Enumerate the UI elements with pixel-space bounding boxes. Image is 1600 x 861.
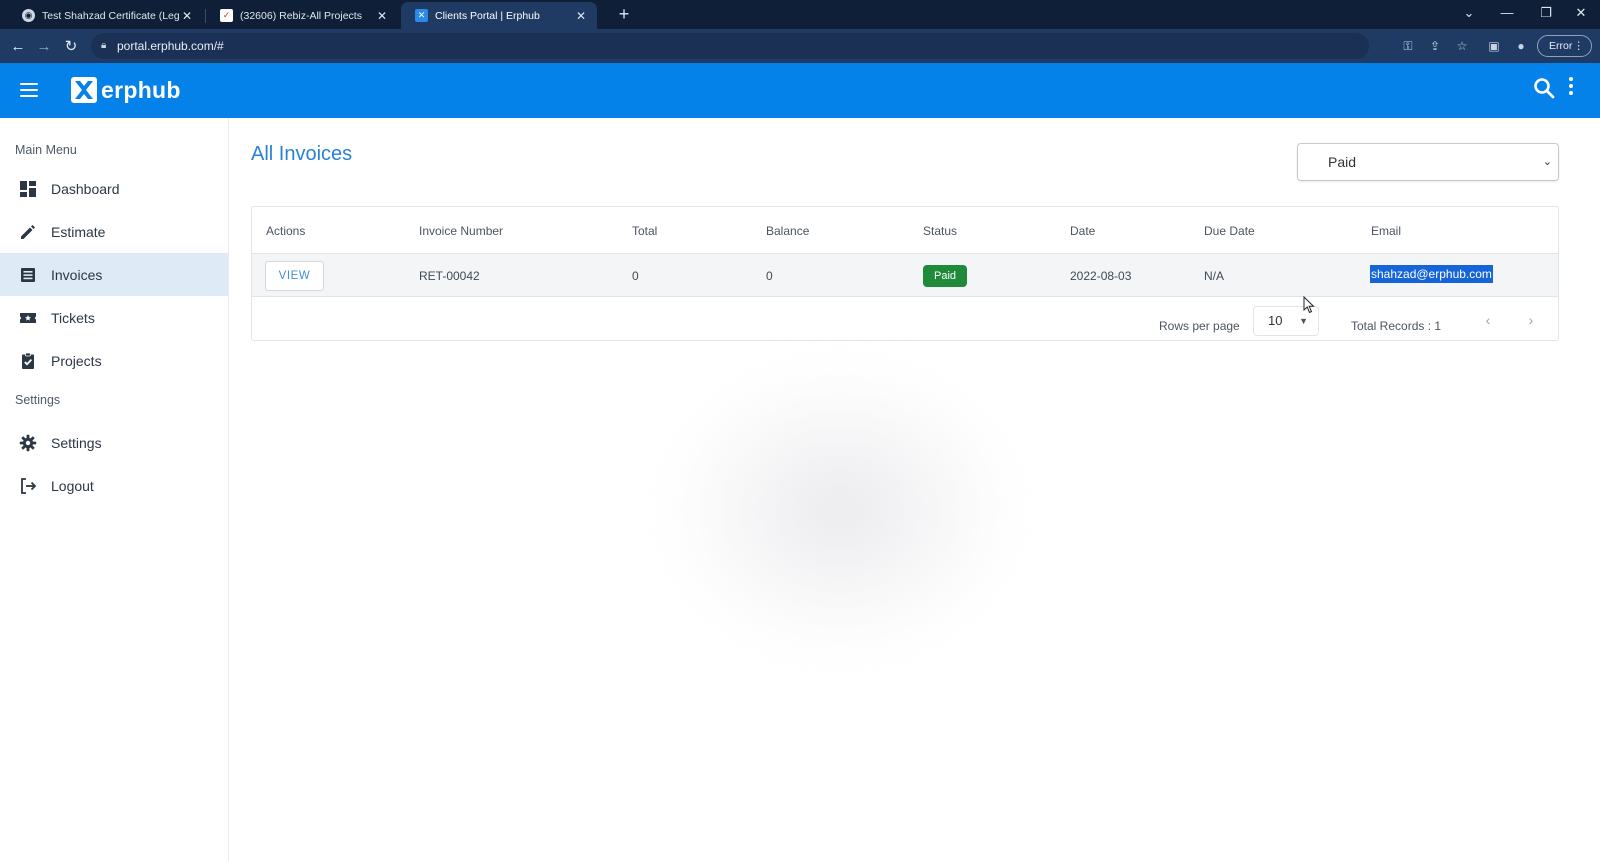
column-header-actions: Actions xyxy=(266,224,306,238)
forward-icon[interactable]: → xyxy=(33,36,55,58)
side-panel-icon[interactable]: ▣ xyxy=(1485,37,1503,55)
lock-icon: 🔒︎ xyxy=(101,40,107,51)
tab-title: Test Shahzad Certificate (Legal C xyxy=(42,9,179,22)
back-icon[interactable]: ← xyxy=(7,36,29,58)
error-label: Error xyxy=(1549,40,1573,52)
column-header-invoice-number: Invoice Number xyxy=(419,224,504,238)
sidebar-item-label: Invoices xyxy=(51,266,103,283)
dashboard-icon xyxy=(20,180,36,197)
browser-tab-certificate[interactable]: ◉ Test Shahzad Certificate (Legal C ✕ xyxy=(8,2,203,29)
browser-tab-rebiz[interactable]: ✓ (32606) Rebiz-All Projects ✕ xyxy=(206,2,398,29)
status-badge: Paid xyxy=(923,265,967,287)
sidebar-item-tickets[interactable]: Tickets xyxy=(0,296,228,339)
tab-title: (32606) Rebiz-All Projects xyxy=(240,9,362,22)
previous-page-icon[interactable]: ‹ xyxy=(1479,310,1497,330)
sidebar-item-projects[interactable]: Projects xyxy=(0,339,228,382)
gear-icon xyxy=(19,434,37,451)
tab-title: Clients Portal | Erphub xyxy=(435,9,540,22)
due-date-cell: N/A xyxy=(1204,269,1225,283)
pencil-icon xyxy=(21,224,35,239)
new-tab-icon[interactable]: + xyxy=(613,3,635,25)
view-invoice-button[interactable]: VIEW xyxy=(265,261,324,291)
bookmark-star-icon[interactable]: ☆ xyxy=(1453,37,1471,55)
total-cell: 0 xyxy=(632,269,639,283)
minimize-icon[interactable]: — xyxy=(1488,0,1526,29)
balance-cell: 0 xyxy=(766,269,773,283)
settings-heading: Settings xyxy=(15,393,61,407)
sidebar-item-label: Tickets xyxy=(51,309,95,326)
app-header: erphub xyxy=(0,63,1600,118)
sidebar-item-label: Projects xyxy=(51,352,102,369)
key-icon[interactable]: ⚿ xyxy=(1399,37,1417,55)
sidebar-item-estimate[interactable]: Estimate xyxy=(0,210,228,253)
main-menu-heading: Main Menu xyxy=(15,143,77,157)
column-header-date: Date xyxy=(1070,224,1096,238)
search-icon[interactable] xyxy=(1532,76,1556,100)
sidebar-item-logout[interactable]: Logout xyxy=(0,464,228,507)
clipboard-check-icon xyxy=(22,352,34,369)
background-blur xyxy=(660,360,1020,660)
column-header-due-date: Due Date xyxy=(1204,224,1255,238)
sidebar-item-label: Logout xyxy=(51,477,94,494)
ticket-icon xyxy=(20,312,36,323)
column-header-balance: Balance xyxy=(766,224,810,238)
rebiz-favicon-icon: ✓ xyxy=(220,9,233,22)
column-header-email: Email xyxy=(1371,224,1402,238)
sidebar-item-label: Estimate xyxy=(51,223,106,240)
reload-icon[interactable]: ↻ xyxy=(60,36,82,58)
page-title: All Invoices xyxy=(251,143,353,165)
sidebar-item-invoices[interactable]: Invoices xyxy=(0,253,228,296)
mouse-cursor-icon xyxy=(1303,296,1315,314)
address-bar[interactable]: 🔒︎ portal.erphub.com/# xyxy=(91,33,1369,59)
sidebar-item-label: Dashboard xyxy=(51,180,120,197)
logout-icon xyxy=(21,477,37,494)
site-favicon-icon: ◉ xyxy=(22,9,35,22)
browser-tab-bar: ◉ Test Shahzad Certificate (Legal C ✕ ✓ … xyxy=(0,0,1600,29)
next-page-icon[interactable]: › xyxy=(1522,310,1540,330)
status-filter-select[interactable]: Paid ⌄ xyxy=(1297,143,1559,181)
sidebar-item-label: Settings xyxy=(51,434,102,451)
sidebar-item-dashboard[interactable]: Dashboard xyxy=(0,167,228,210)
close-tab-icon[interactable]: ✕ xyxy=(573,9,589,23)
close-window-icon[interactable]: ✕ xyxy=(1562,0,1600,29)
total-records-label: Total Records : 1 xyxy=(1351,319,1442,333)
invoices-table: Actions Invoice Number Total Balance Sta… xyxy=(251,206,1559,341)
date-cell: 2022-08-03 xyxy=(1070,269,1132,283)
status-filter-value: Paid xyxy=(1328,154,1357,170)
browser-menu-icon[interactable]: ⋮ xyxy=(1574,36,1585,56)
column-header-status: Status xyxy=(923,224,958,238)
erphub-logo-mark-icon xyxy=(71,77,97,103)
erphub-favicon-icon: ✕ xyxy=(415,9,428,22)
profile-error-button[interactable]: Error ⋮ xyxy=(1537,35,1592,57)
email-cell[interactable]: shahzad@erphub.com xyxy=(1370,265,1493,283)
tab-search-icon[interactable]: ⌄ xyxy=(1450,0,1488,29)
browser-toolbar: ← → ↻ 🔒︎ portal.erphub.com/# ⚿ ⇪ ☆ ▣ ● E… xyxy=(0,29,1600,63)
hamburger-menu-icon[interactable] xyxy=(20,83,38,97)
list-icon xyxy=(21,267,35,282)
invoice-number-cell: RET-00042 xyxy=(419,269,480,283)
sidebar: Main Menu Dashboard Estimate Invoices Ti… xyxy=(0,118,229,861)
close-tab-icon[interactable]: ✕ xyxy=(374,9,390,23)
share-icon[interactable]: ⇪ xyxy=(1426,37,1444,55)
rows-per-page-value: 10 xyxy=(1268,313,1283,328)
browser-tab-clients-portal[interactable]: ✕ Clients Portal | Erphub ✕ xyxy=(401,2,597,29)
rows-per-page-label: Rows per page xyxy=(1159,319,1240,333)
more-options-icon[interactable] xyxy=(1566,77,1576,101)
column-header-total: Total xyxy=(632,224,658,238)
restore-icon[interactable]: ❐ xyxy=(1527,0,1565,29)
logo-text: erphub xyxy=(101,76,181,103)
sidebar-item-settings[interactable]: Settings xyxy=(0,421,228,464)
erphub-logo[interactable]: erphub xyxy=(71,75,181,105)
url-text: portal.erphub.com/# xyxy=(117,39,224,53)
chevron-down-icon: ⌄ xyxy=(1542,156,1552,168)
profile-avatar-icon[interactable]: ● xyxy=(1512,37,1530,55)
close-tab-icon[interactable]: ✕ xyxy=(179,9,195,23)
